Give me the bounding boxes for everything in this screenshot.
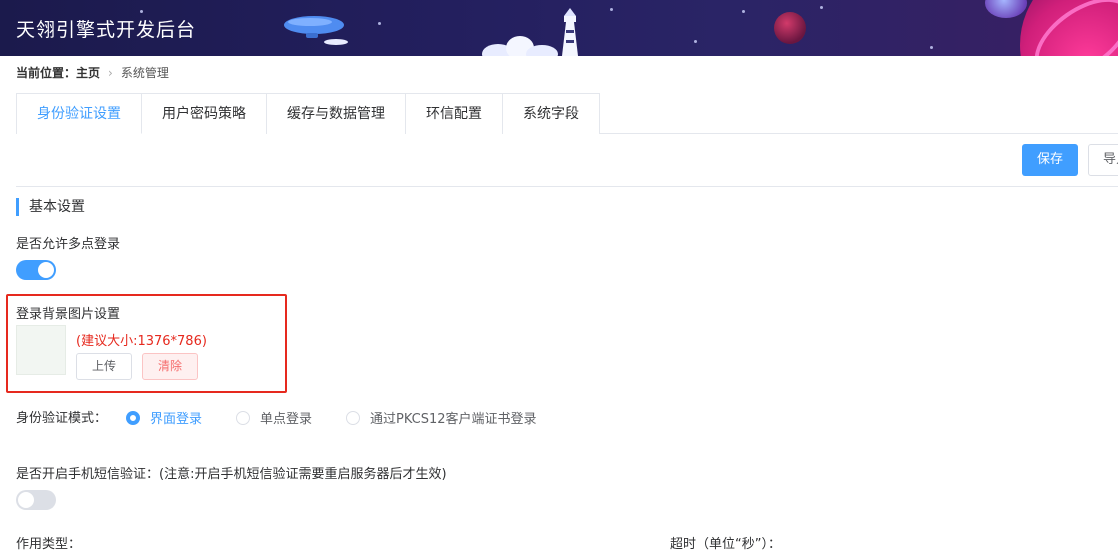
tab-system-fields[interactable]: 系统字段 <box>503 94 599 134</box>
star-icon <box>930 46 933 49</box>
sms-verify-toggle[interactable] <box>16 490 56 510</box>
star-icon <box>820 6 823 9</box>
section-title: 基本设置 <box>16 198 85 216</box>
size-hint: (建议大小:1376*786) <box>76 334 207 349</box>
radio-label: 单点登录 <box>260 412 313 427</box>
star-icon <box>694 40 697 43</box>
tab-password-policy[interactable]: 用户密码策略 <box>142 94 267 134</box>
breadcrumb-current: 系统管理 <box>120 66 169 80</box>
radio-dot <box>236 410 250 425</box>
toggle-knob <box>18 492 34 508</box>
star-icon <box>742 10 745 13</box>
radio-pkcs12-login[interactable]: 通过PKCS12客户端证书登录 <box>346 408 537 427</box>
background-preview <box>16 325 66 375</box>
tab-cache-data[interactable]: 缓存与数据管理 <box>267 94 406 134</box>
breadcrumb-home[interactable]: 当前位置：主页 <box>16 66 100 80</box>
multi-login-toggle[interactable] <box>16 260 56 280</box>
star-icon <box>378 22 381 25</box>
star-icon <box>140 10 143 13</box>
radio-label: 界面登录 <box>150 412 203 427</box>
radio-dot <box>346 410 360 425</box>
app-title: 天翎引擎式开发后台 <box>16 19 197 41</box>
timeout-label: 超时（单位“秒”）： <box>670 537 781 552</box>
planet-icon <box>774 12 806 44</box>
toolbar-divider <box>16 186 1118 187</box>
toggle-knob <box>38 262 54 278</box>
radio-label: 通过PKCS12客户端证书登录 <box>370 412 537 427</box>
upload-button[interactable]: 上传 <box>76 353 132 380</box>
app-header: 天翎引擎式开发后台 <box>0 0 1118 56</box>
import-button[interactable]: 导入 <box>1088 144 1118 176</box>
background-label: 登录背景图片设置 <box>16 307 121 322</box>
tab-auth-settings[interactable]: 身份验证设置 <box>17 94 142 134</box>
tab-easemob-config[interactable]: 环信配置 <box>406 94 503 134</box>
sms-verify-label: 是否开启手机短信验证：(注意:开启手机短信验证需要重启服务器后才生效) <box>16 467 447 482</box>
radio-sso-login[interactable]: 单点登录 <box>236 408 312 427</box>
settings-tabs: 身份验证设置 用户密码策略 缓存与数据管理 环信配置 系统字段 <box>16 93 600 134</box>
auth-mode-label: 身份验证模式： <box>16 411 108 426</box>
lighthouse-icon <box>482 8 578 56</box>
tabs-divider <box>599 133 1118 134</box>
star-icon <box>610 8 613 11</box>
save-button[interactable]: 保存 <box>1022 144 1078 176</box>
effect-type-label: 作用类型： <box>16 537 82 552</box>
breadcrumb: 当前位置：主页 › 系统管理 <box>16 64 169 81</box>
multi-login-label: 是否允许多点登录 <box>16 237 121 252</box>
radio-ui-login[interactable]: 界面登录 <box>126 408 202 427</box>
chevron-right-icon: › <box>108 66 113 80</box>
radio-dot <box>126 410 140 425</box>
airship-icon <box>284 16 348 45</box>
clear-button[interactable]: 清除 <box>142 353 198 380</box>
planet-icon <box>985 0 1027 18</box>
